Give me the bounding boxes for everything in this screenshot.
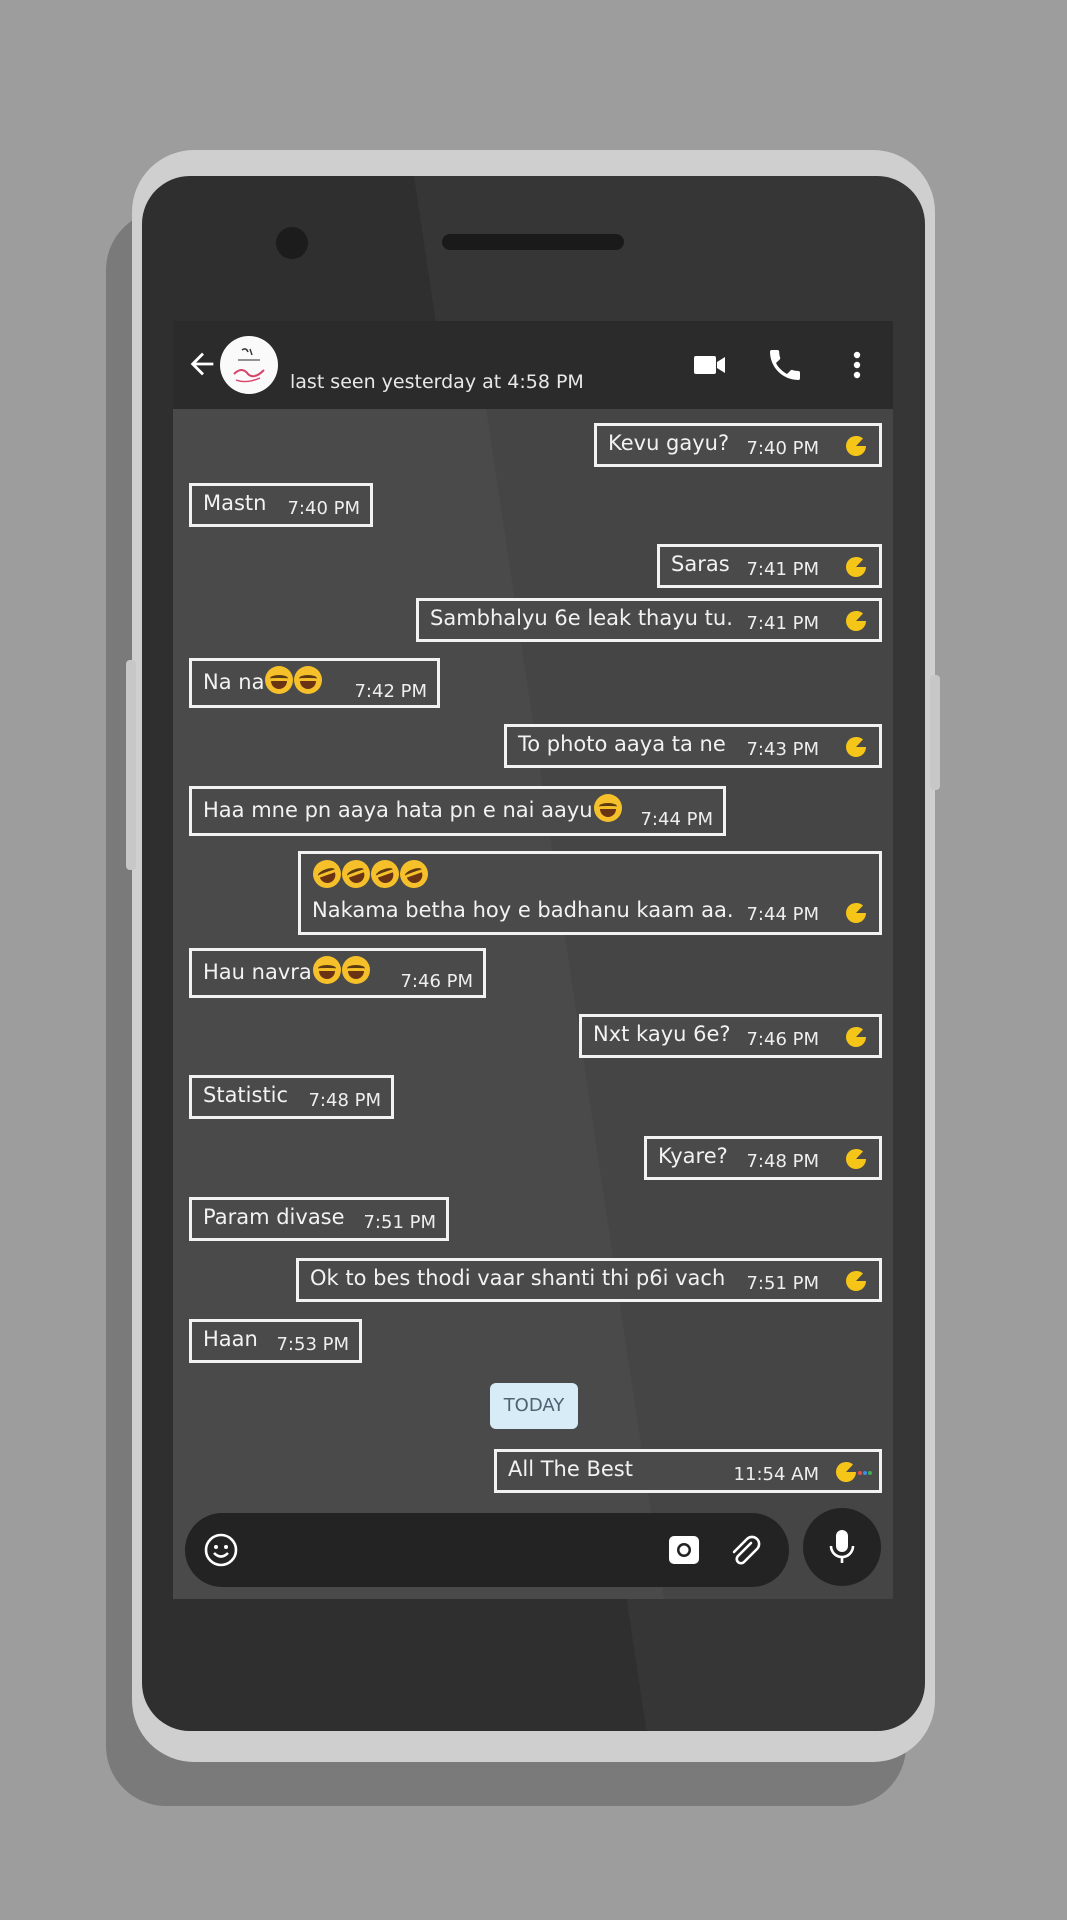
delivery-status-icon: [846, 1148, 866, 1169]
message-time: 11:54 AM: [733, 1464, 819, 1485]
message-emoji-line: [309, 856, 432, 892]
video-call-icon[interactable]: [690, 345, 730, 385]
message-time: 7:44 PM: [746, 904, 819, 925]
delivery-status-icon: [846, 1270, 866, 1291]
tears-of-joy-emoji: [294, 666, 323, 694]
delivery-status-icon: [846, 902, 866, 923]
message-time: 7:42 PM: [354, 681, 427, 702]
message-bubble-incoming[interactable]: Param divase 7:51 PM: [189, 1197, 449, 1241]
rolling-laughing-emoji: [367, 856, 403, 892]
message-time: 7:44 PM: [640, 809, 713, 830]
message-text: Kyare?: [658, 1144, 728, 1168]
message-text: Hau navra: [203, 956, 370, 984]
delivery-status-icon: [846, 556, 866, 577]
message-text: Saras: [671, 552, 730, 576]
message-text: Param divase: [203, 1205, 345, 1229]
message-text: Statistic: [203, 1083, 289, 1107]
message-bubble-outgoing[interactable]: Kyare? 7:48 PM: [644, 1136, 882, 1180]
message-bubble-outgoing[interactable]: Ok to bes thodi vaar shanti thi p6i vach…: [296, 1258, 882, 1302]
message-text: Na na: [203, 666, 323, 694]
camera-icon[interactable]: [667, 1533, 701, 1567]
back-arrow-icon[interactable]: [185, 347, 219, 381]
rolling-laughing-emoji: [309, 856, 345, 892]
message-time: 7:53 PM: [276, 1334, 349, 1355]
message-text: Sambhalyu 6e leak thayu tu.: [430, 606, 733, 630]
message-text: Kevu gayu?: [608, 431, 730, 455]
message-bubble-incoming[interactable]: Hau navra 7:46 PM: [189, 948, 486, 998]
message-bubble-outgoing[interactable]: To photo aaya ta ne 7:43 PM: [504, 724, 882, 768]
delivery-status-icon: [846, 610, 866, 631]
earpiece-speaker: [442, 234, 624, 250]
tears-of-joy-emoji: [593, 794, 622, 822]
message-time: 7:48 PM: [308, 1090, 381, 1111]
rolling-laughing-emoji: [396, 856, 432, 892]
tears-of-joy-emoji: [341, 956, 370, 984]
message-text: All The Best: [508, 1457, 633, 1481]
message-bubble-outgoing[interactable]: Nxt kayu 6e? 7:46 PM: [579, 1014, 882, 1058]
front-camera: [276, 227, 308, 259]
volume-button: [126, 660, 136, 870]
power-button: [930, 675, 940, 790]
message-time: 7:46 PM: [746, 1029, 819, 1050]
message-time: 7:51 PM: [363, 1212, 436, 1233]
message-bubble-outgoing[interactable]: Kevu gayu? 7:40 PM: [594, 423, 882, 467]
message-text: Mastn: [203, 491, 267, 515]
attach-icon[interactable]: [725, 1531, 763, 1569]
message-time: 7:48 PM: [746, 1151, 819, 1172]
message-bubble-outgoing[interactable]: Sambhalyu 6e leak thayu tu. 7:41 PM: [416, 598, 882, 642]
message-bubble-incoming[interactable]: Na na 7:42 PM: [189, 658, 440, 708]
delivery-status-icon: [846, 435, 866, 456]
message-text: Haan: [203, 1327, 258, 1351]
more-options-icon[interactable]: [837, 345, 877, 385]
tears-of-joy-emoji: [312, 956, 341, 984]
message-time: 7:40 PM: [287, 498, 360, 519]
message-time: 7:41 PM: [746, 559, 819, 580]
mic-icon: [829, 1530, 855, 1563]
message-text: Nakama betha hoy e badhanu kaam aa.: [312, 898, 734, 922]
message-time: 7:40 PM: [746, 438, 819, 459]
voice-call-icon[interactable]: [765, 345, 805, 385]
message-text: Ok to bes thodi vaar shanti thi p6i vach: [310, 1266, 726, 1290]
contact-avatar[interactable]: [220, 336, 278, 394]
message-bubble-outgoing[interactable]: Saras 7:41 PM: [657, 544, 882, 588]
delivery-status-icon: [846, 1026, 866, 1047]
message-text: Nxt kayu 6e?: [593, 1022, 731, 1046]
message-bubble-incoming[interactable]: Statistic 7:48 PM: [189, 1075, 394, 1119]
message-time: 7:51 PM: [746, 1273, 819, 1294]
message-time: 7:46 PM: [400, 971, 473, 992]
message-bubble-incoming[interactable]: Haa mne pn aaya hata pn e nai aayu 7:44 …: [189, 786, 726, 836]
date-divider: TODAY: [490, 1383, 578, 1429]
smiley-icon[interactable]: [203, 1532, 239, 1568]
message-bubble-outgoing[interactable]: Nakama betha hoy e badhanu kaam aa. 7:44…: [298, 851, 882, 935]
message-text: Haa mne pn aaya hata pn e nai aayu: [203, 794, 622, 822]
delivery-status-icon: [846, 736, 866, 757]
chat-header: last seen yesterday at 4:58 PM: [173, 321, 893, 409]
message-time: 7:43 PM: [746, 739, 819, 760]
rolling-laughing-emoji: [338, 856, 374, 892]
last-seen-status: last seen yesterday at 4:58 PM: [290, 371, 584, 393]
message-bubble-outgoing[interactable]: All The Best 11:54 AM: [494, 1449, 882, 1493]
message-bubble-incoming[interactable]: Haan 7:53 PM: [189, 1319, 362, 1363]
tears-of-joy-emoji: [265, 666, 294, 694]
message-text: To photo aaya ta ne: [518, 732, 726, 756]
sending-status-icon: [836, 1461, 872, 1482]
chat-screen: last seen yesterday at 4:58 PM Kevu gayu…: [173, 321, 893, 1599]
message-time: 7:41 PM: [746, 613, 819, 634]
message-input-bar[interactable]: [185, 1513, 789, 1587]
message-bubble-incoming[interactable]: Mastn 7:40 PM: [189, 483, 373, 527]
voice-record-button[interactable]: [803, 1508, 881, 1586]
